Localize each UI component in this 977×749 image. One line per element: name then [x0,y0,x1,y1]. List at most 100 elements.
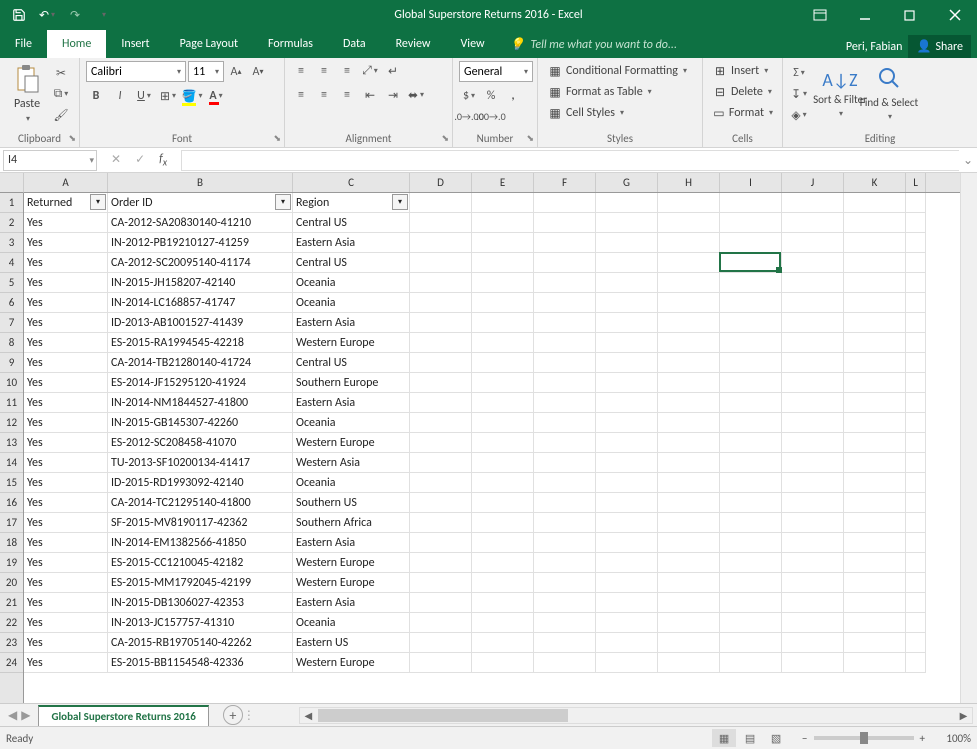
cell[interactable] [844,333,906,353]
cell[interactable]: Southern US [293,493,410,513]
cell[interactable] [658,233,720,253]
cell[interactable] [720,573,782,593]
cell[interactable] [782,373,844,393]
align-top-button[interactable]: ≡ [291,61,311,81]
cell[interactable] [472,213,534,233]
cell[interactable]: IN-2014-NM1844527-41800 [108,393,293,413]
sheet-nav-next[interactable]: ▶ [21,708,30,723]
cell[interactable] [720,593,782,613]
cell[interactable]: Yes [24,373,108,393]
cell[interactable] [596,273,658,293]
cell[interactable] [534,413,596,433]
cell[interactable] [534,613,596,633]
cell[interactable] [658,253,720,273]
close-button[interactable] [932,0,977,30]
cell[interactable]: ES-2015-RA1994545-42218 [108,333,293,353]
cell[interactable] [658,593,720,613]
cut-button[interactable]: ✂ [51,63,71,83]
increase-font-button[interactable]: A▴ [226,62,246,82]
cell[interactable]: Returned▾ [24,193,108,213]
italic-button[interactable]: I [110,86,130,106]
cell[interactable]: ES-2015-BB1154548-42336 [108,653,293,673]
cell[interactable] [782,193,844,213]
tab-formulas[interactable]: Formulas [253,30,328,58]
cell[interactable] [534,433,596,453]
row-header-2[interactable]: 2 [0,213,23,233]
column-header-F[interactable]: F [534,173,596,192]
cell[interactable]: IN-2015-DB1306027-42353 [108,593,293,613]
cell[interactable] [906,313,926,333]
cell[interactable] [720,413,782,433]
undo-button[interactable]: ↶▾ [34,2,60,28]
cell[interactable]: IN-2012-PB19210127-41259 [108,233,293,253]
cell[interactable] [782,333,844,353]
cell[interactable] [844,353,906,373]
select-all-button[interactable] [0,173,24,193]
cell[interactable] [596,533,658,553]
cell[interactable] [534,213,596,233]
cell[interactable] [472,633,534,653]
cell[interactable]: Yes [24,273,108,293]
cell[interactable] [782,553,844,573]
cell[interactable] [720,533,782,553]
align-right-button[interactable]: ≡ [337,85,357,105]
cell[interactable]: ES-2012-SC208458-41070 [108,433,293,453]
cell[interactable] [906,433,926,453]
percent-format-button[interactable]: % [481,86,501,106]
cell[interactable]: Yes [24,453,108,473]
cell[interactable] [658,653,720,673]
cell[interactable]: Yes [24,413,108,433]
cell[interactable] [906,253,926,273]
column-header-G[interactable]: G [596,173,658,192]
cell[interactable] [844,613,906,633]
share-button[interactable]: 👤Share [908,35,971,58]
name-box[interactable]: I4▾ [3,150,97,171]
page-layout-view-button[interactable]: ▤ [738,729,762,747]
cell[interactable]: IN-2013-JC157757-41310 [108,613,293,633]
filter-button[interactable]: ▾ [275,194,291,210]
cell[interactable] [596,293,658,313]
fill-color-button[interactable]: 🪣▾ [182,86,202,106]
cell[interactable] [472,193,534,213]
row-header-11[interactable]: 11 [0,393,23,413]
cell[interactable]: Yes [24,333,108,353]
cell[interactable] [782,253,844,273]
format-painter-button[interactable]: 🖌 [51,105,71,125]
sort-filter-button[interactable]: A↓Z Sort & Filter▾ [816,61,864,127]
cell[interactable]: SF-2015-MV8190117-42362 [108,513,293,533]
cell[interactable] [596,593,658,613]
row-header-15[interactable]: 15 [0,473,23,493]
cell[interactable]: Yes [24,473,108,493]
cell[interactable] [410,453,472,473]
row-header-10[interactable]: 10 [0,373,23,393]
cell[interactable] [534,233,596,253]
cell[interactable] [906,493,926,513]
clear-button[interactable]: ◈▾ [789,105,809,125]
tab-review[interactable]: Review [381,30,446,58]
cell[interactable] [720,473,782,493]
cell[interactable] [410,393,472,413]
cell[interactable] [844,413,906,433]
filter-button[interactable]: ▾ [90,194,106,210]
cell[interactable] [534,653,596,673]
font-color-button[interactable]: A▾ [206,86,226,106]
cell[interactable] [782,613,844,633]
cell[interactable]: CA-2014-TB21280140-41724 [108,353,293,373]
cell[interactable] [596,313,658,333]
autosum-button[interactable]: Σ▾ [789,63,809,83]
cell[interactable] [596,433,658,453]
row-header-16[interactable]: 16 [0,493,23,513]
cell-styles-button[interactable]: ▦Cell Styles▾ [544,103,696,123]
cell[interactable] [472,313,534,333]
column-header-B[interactable]: B [108,173,293,192]
cell[interactable] [596,453,658,473]
cell[interactable]: Oceania [293,613,410,633]
cell[interactable] [720,613,782,633]
row-header-17[interactable]: 17 [0,513,23,533]
cell[interactable] [534,333,596,353]
column-header-L[interactable]: L [906,173,926,192]
row-header-23[interactable]: 23 [0,633,23,653]
qat-customize-button[interactable]: ▾ [90,2,116,28]
underline-button[interactable]: U▾ [134,86,154,106]
cell[interactable] [658,433,720,453]
